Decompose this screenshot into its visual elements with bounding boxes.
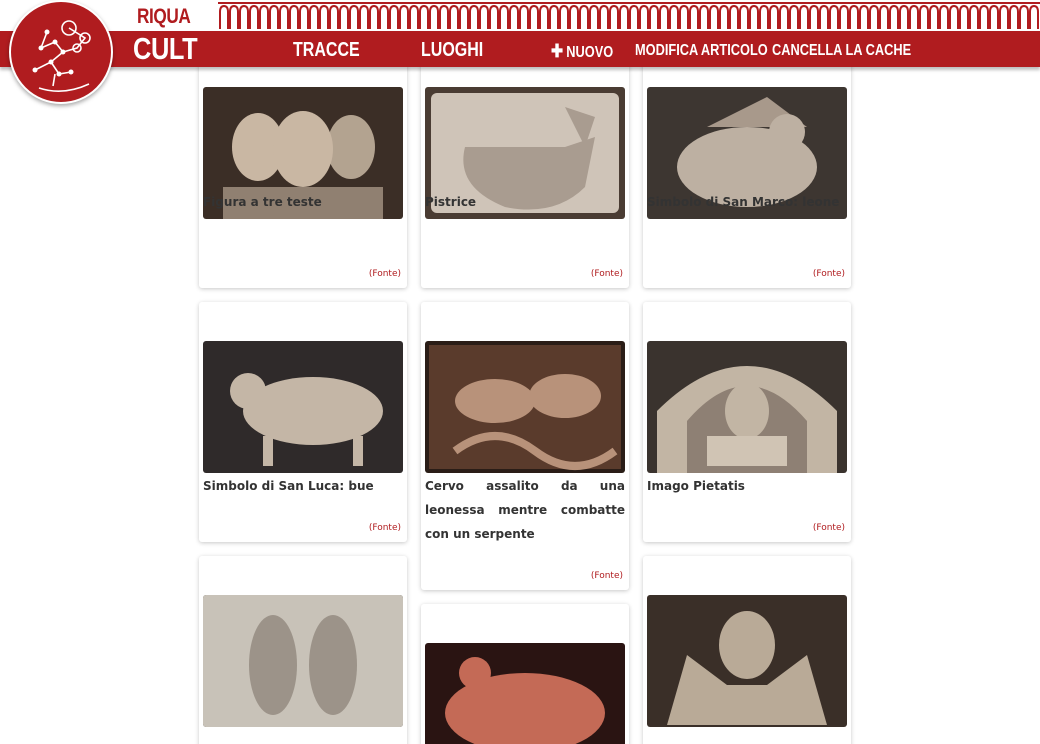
artifact-card[interactable]: [421, 604, 629, 744]
constellation-logo-icon: [32, 20, 91, 92]
arch-frieze: [218, 0, 1040, 31]
artifact-card[interactable]: Simbolo di San Luca: bue (Fonte): [199, 302, 407, 542]
artifact-title[interactable]: Simbolo di San Marco: leone: [647, 190, 847, 214]
artifact-card[interactable]: Simbolo di San Marco: leone (Fonte): [643, 56, 851, 288]
artifact-card[interactable]: Figura a tre teste (Fonte): [199, 56, 407, 288]
artifact-image[interactable]: [647, 595, 847, 727]
artifact-image[interactable]: [203, 341, 403, 473]
nav-luoghi[interactable]: LUOGHI: [421, 40, 483, 60]
nav-nuovo-label: NUOVO: [566, 44, 614, 61]
site-header: RIQUA CULT TRACCE LUOGHI ✚ NUOVO MODIFICA…: [0, 0, 1040, 72]
source-link[interactable]: (Fonte): [369, 269, 401, 279]
source-link[interactable]: (Fonte): [591, 269, 623, 279]
nav-cancella-cache[interactable]: CANCELLA LA CACHE: [772, 41, 911, 61]
artifact-card[interactable]: Pistrice (Fonte): [421, 56, 629, 288]
source-link[interactable]: (Fonte): [369, 523, 401, 533]
artifact-title[interactable]: Cervo assalito da una leonessa mentre co…: [425, 474, 625, 546]
brand-bottom: CULT: [133, 31, 198, 66]
artifact-image[interactable]: [425, 341, 625, 473]
artifact-card[interactable]: [199, 556, 407, 744]
site-logo[interactable]: [9, 0, 113, 104]
nav-nuovo[interactable]: ✚ NUOVO: [551, 41, 613, 63]
artifact-grid: Figura a tre teste (Fonte) Pistrice (Fonte)…: [0, 0, 1040, 744]
artifact-image[interactable]: [647, 341, 847, 473]
artifact-card[interactable]: [643, 556, 851, 744]
artifact-title[interactable]: Simbolo di San Luca: bue: [203, 474, 403, 498]
brand-top: RIQUA: [137, 5, 191, 28]
artifact-image[interactable]: [203, 595, 403, 727]
artifact-image[interactable]: [425, 643, 625, 744]
artifact-title[interactable]: Figura a tre teste: [203, 190, 403, 214]
nav-tracce[interactable]: TRACCE: [293, 40, 360, 60]
artifact-card[interactable]: Imago Pietatis (Fonte): [643, 302, 851, 542]
artifact-title[interactable]: Pistrice: [425, 190, 625, 214]
source-link[interactable]: (Fonte): [813, 523, 845, 533]
nav-modifica-articolo[interactable]: MODIFICA ARTICOLO: [635, 41, 768, 61]
source-link[interactable]: (Fonte): [591, 571, 623, 581]
artifact-card[interactable]: Cervo assalito da una leonessa mentre co…: [421, 302, 629, 590]
plus-icon: ✚: [551, 41, 564, 61]
source-link[interactable]: (Fonte): [813, 269, 845, 279]
artifact-title[interactable]: Imago Pietatis: [647, 474, 847, 498]
